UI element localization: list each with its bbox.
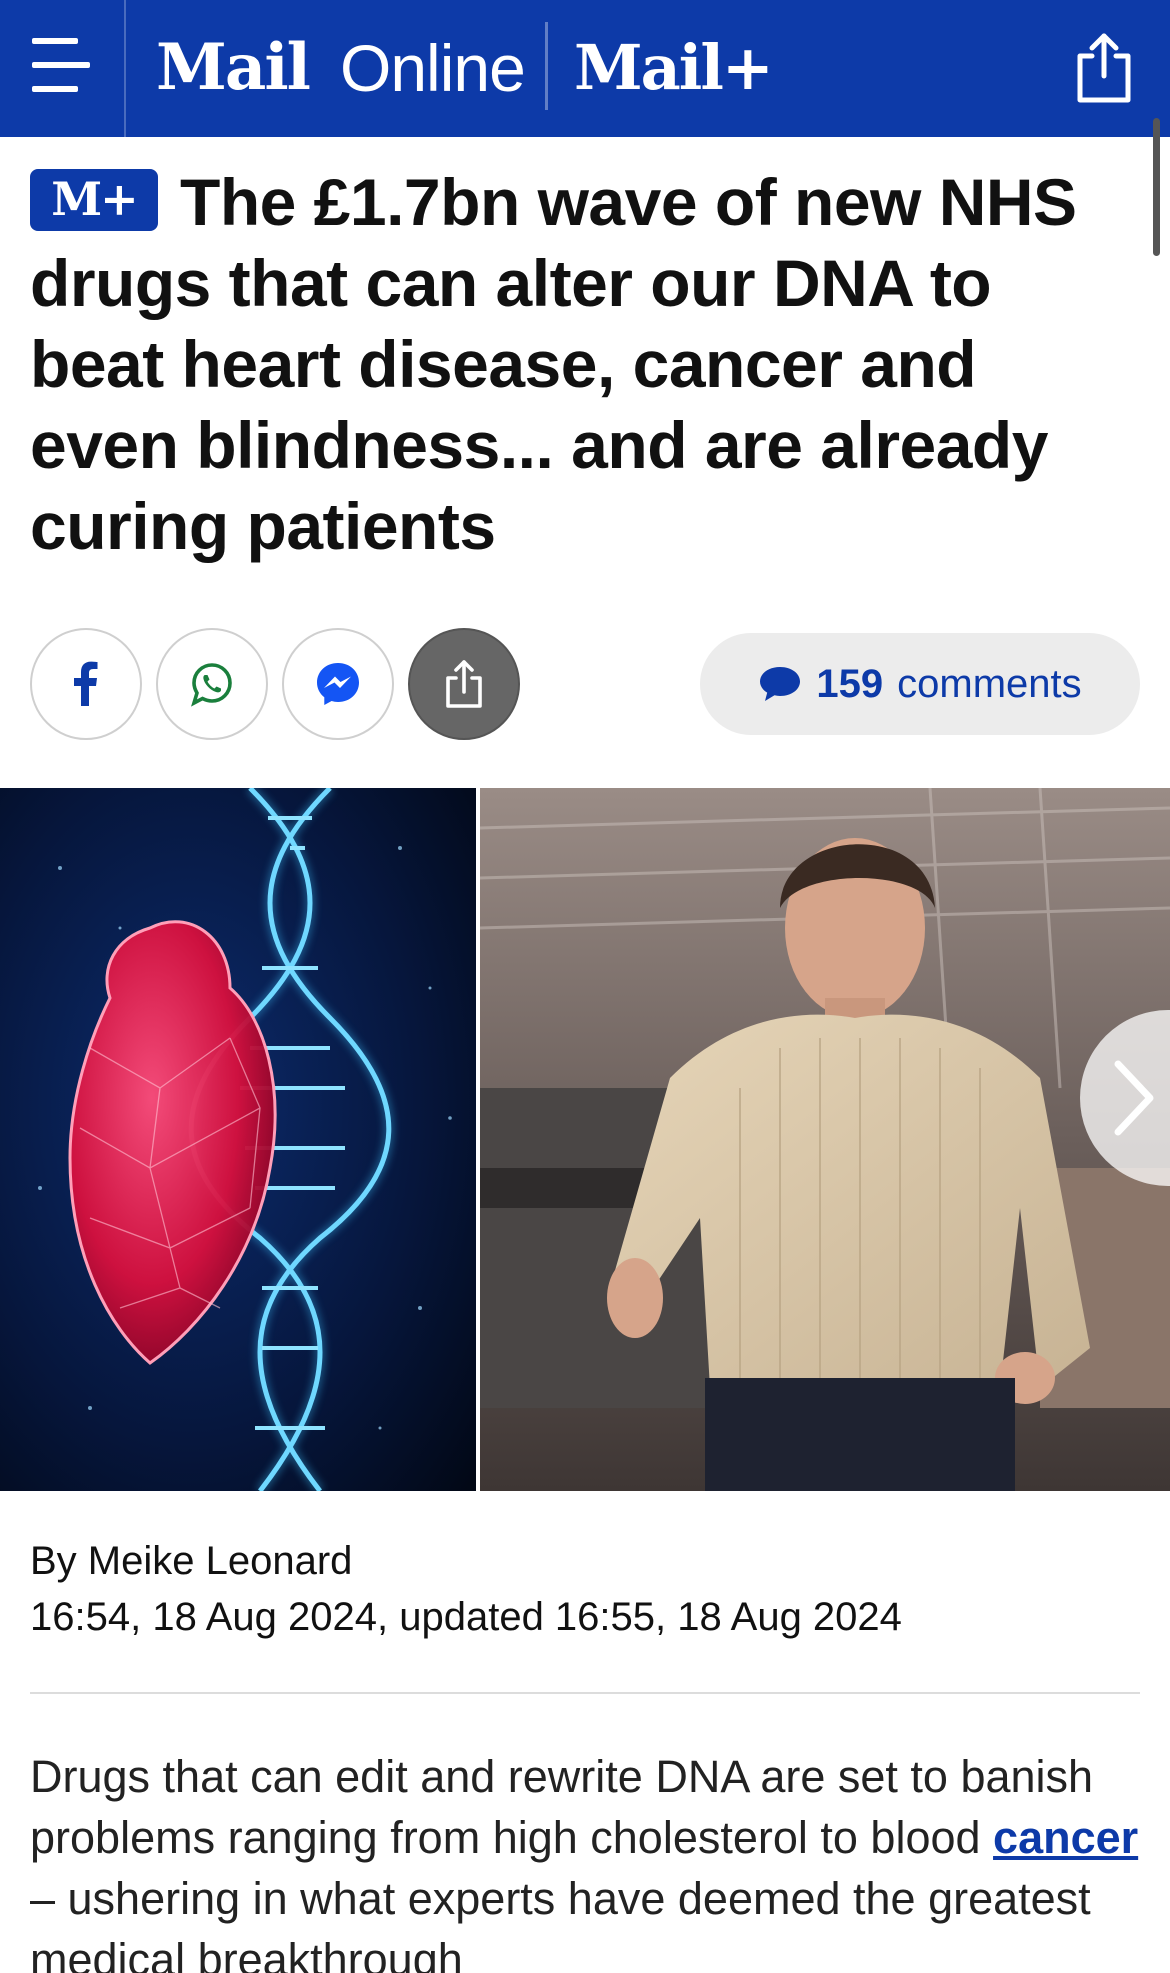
article-body-paragraph: Drugs that can edit and rewrite DNA are … — [30, 1746, 1140, 1973]
mailonline-logo-online[interactable]: Online — [340, 34, 526, 102]
headline-text: The £1.7bn wave of new NHS drugs that ca… — [30, 165, 1077, 563]
share-icon[interactable] — [1068, 30, 1140, 106]
messenger-icon — [317, 663, 359, 705]
site-header: Mail Online Mail+ — [0, 0, 1170, 137]
cancer-link[interactable]: cancer — [993, 1812, 1138, 1863]
body-text-end: – ushering in what experts have deemed t… — [30, 1873, 1091, 1973]
body-text-start: Drugs that can edit and rewrite DNA are … — [30, 1751, 1094, 1863]
patient-photo — [480, 788, 1170, 1491]
comments-button[interactable]: 159 comments — [700, 633, 1140, 735]
whatsapp-icon — [191, 663, 232, 707]
comments-label: comments — [897, 661, 1082, 706]
whatsapp-share-button[interactable] — [156, 628, 268, 740]
mailplus-badge: M+ — [30, 169, 158, 231]
scrollbar[interactable] — [1153, 118, 1160, 256]
article-byline: By Meike Leonard — [30, 1539, 353, 1583]
divider — [30, 1692, 1140, 1694]
menu-icon[interactable] — [26, 30, 96, 100]
facebook-share-button[interactable] — [30, 628, 142, 740]
share-icon — [446, 660, 482, 708]
mailplus-logo[interactable]: Mail+ — [574, 34, 774, 102]
comments-count: 159 — [816, 661, 884, 706]
chevron-right-icon — [1114, 1060, 1154, 1136]
facebook-icon — [74, 661, 98, 706]
share-button[interactable] — [408, 628, 520, 740]
header-divider — [124, 0, 126, 137]
logo-divider — [545, 22, 548, 110]
article-image-carousel[interactable] — [0, 788, 1170, 1491]
article-dateline: 16:54, 18 Aug 2024, updated 16:55, 18 Au… — [30, 1595, 902, 1639]
heart-dna-image — [0, 788, 476, 1491]
article-headline: M+ The £1.7bn wave of new NHS drugs that … — [30, 162, 1130, 567]
comment-bubble-icon — [760, 667, 801, 701]
messenger-share-button[interactable] — [282, 628, 394, 740]
mailonline-logo-mail[interactable]: Mail — [156, 34, 311, 102]
